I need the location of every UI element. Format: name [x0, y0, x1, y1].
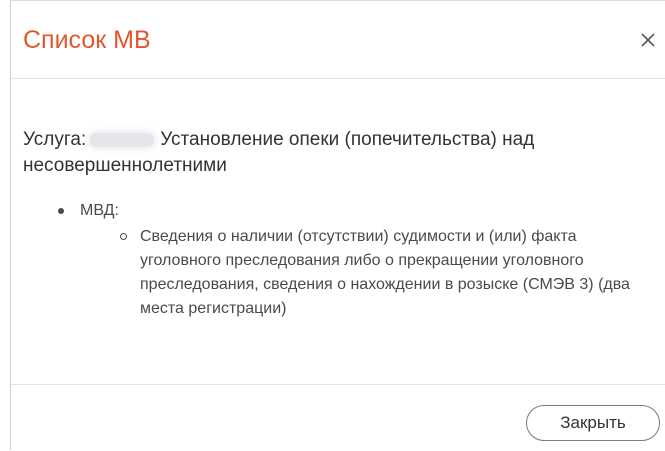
request-item: Сведения о наличии (отсутствии) судимост…	[54, 225, 660, 321]
department-list: МВД: Сведения о наличии (отсутствии) суд…	[54, 199, 654, 321]
bullet-circle-icon	[120, 233, 127, 240]
service-prefix: Услуга:	[23, 129, 87, 150]
close-icon[interactable]	[637, 29, 659, 51]
bullet-disc-icon	[58, 208, 64, 214]
department-request-list: Сведения о наличии (отсутствии) судимост…	[54, 225, 654, 321]
department-name: МВД:	[80, 202, 119, 219]
mv-list-dialog: Список МВ Услуга: Установление опеки (поп…	[10, 0, 665, 450]
dialog-title: Список МВ	[23, 26, 151, 54]
dialog-footer: Закрыть	[11, 385, 665, 451]
dialog-body: Услуга: Установление опеки (попечительств…	[11, 79, 665, 385]
close-button[interactable]: Закрыть	[526, 405, 660, 441]
service-heading: Услуга: Установление опеки (попечительств…	[23, 127, 663, 179]
request-item-text: Сведения о наличии (отсутствии) судимост…	[140, 228, 630, 317]
redacted-service-code	[90, 132, 155, 147]
department-item: МВД: Сведения о наличии (отсутствии) суд…	[54, 199, 654, 321]
dialog-header: Список МВ	[11, 1, 665, 79]
